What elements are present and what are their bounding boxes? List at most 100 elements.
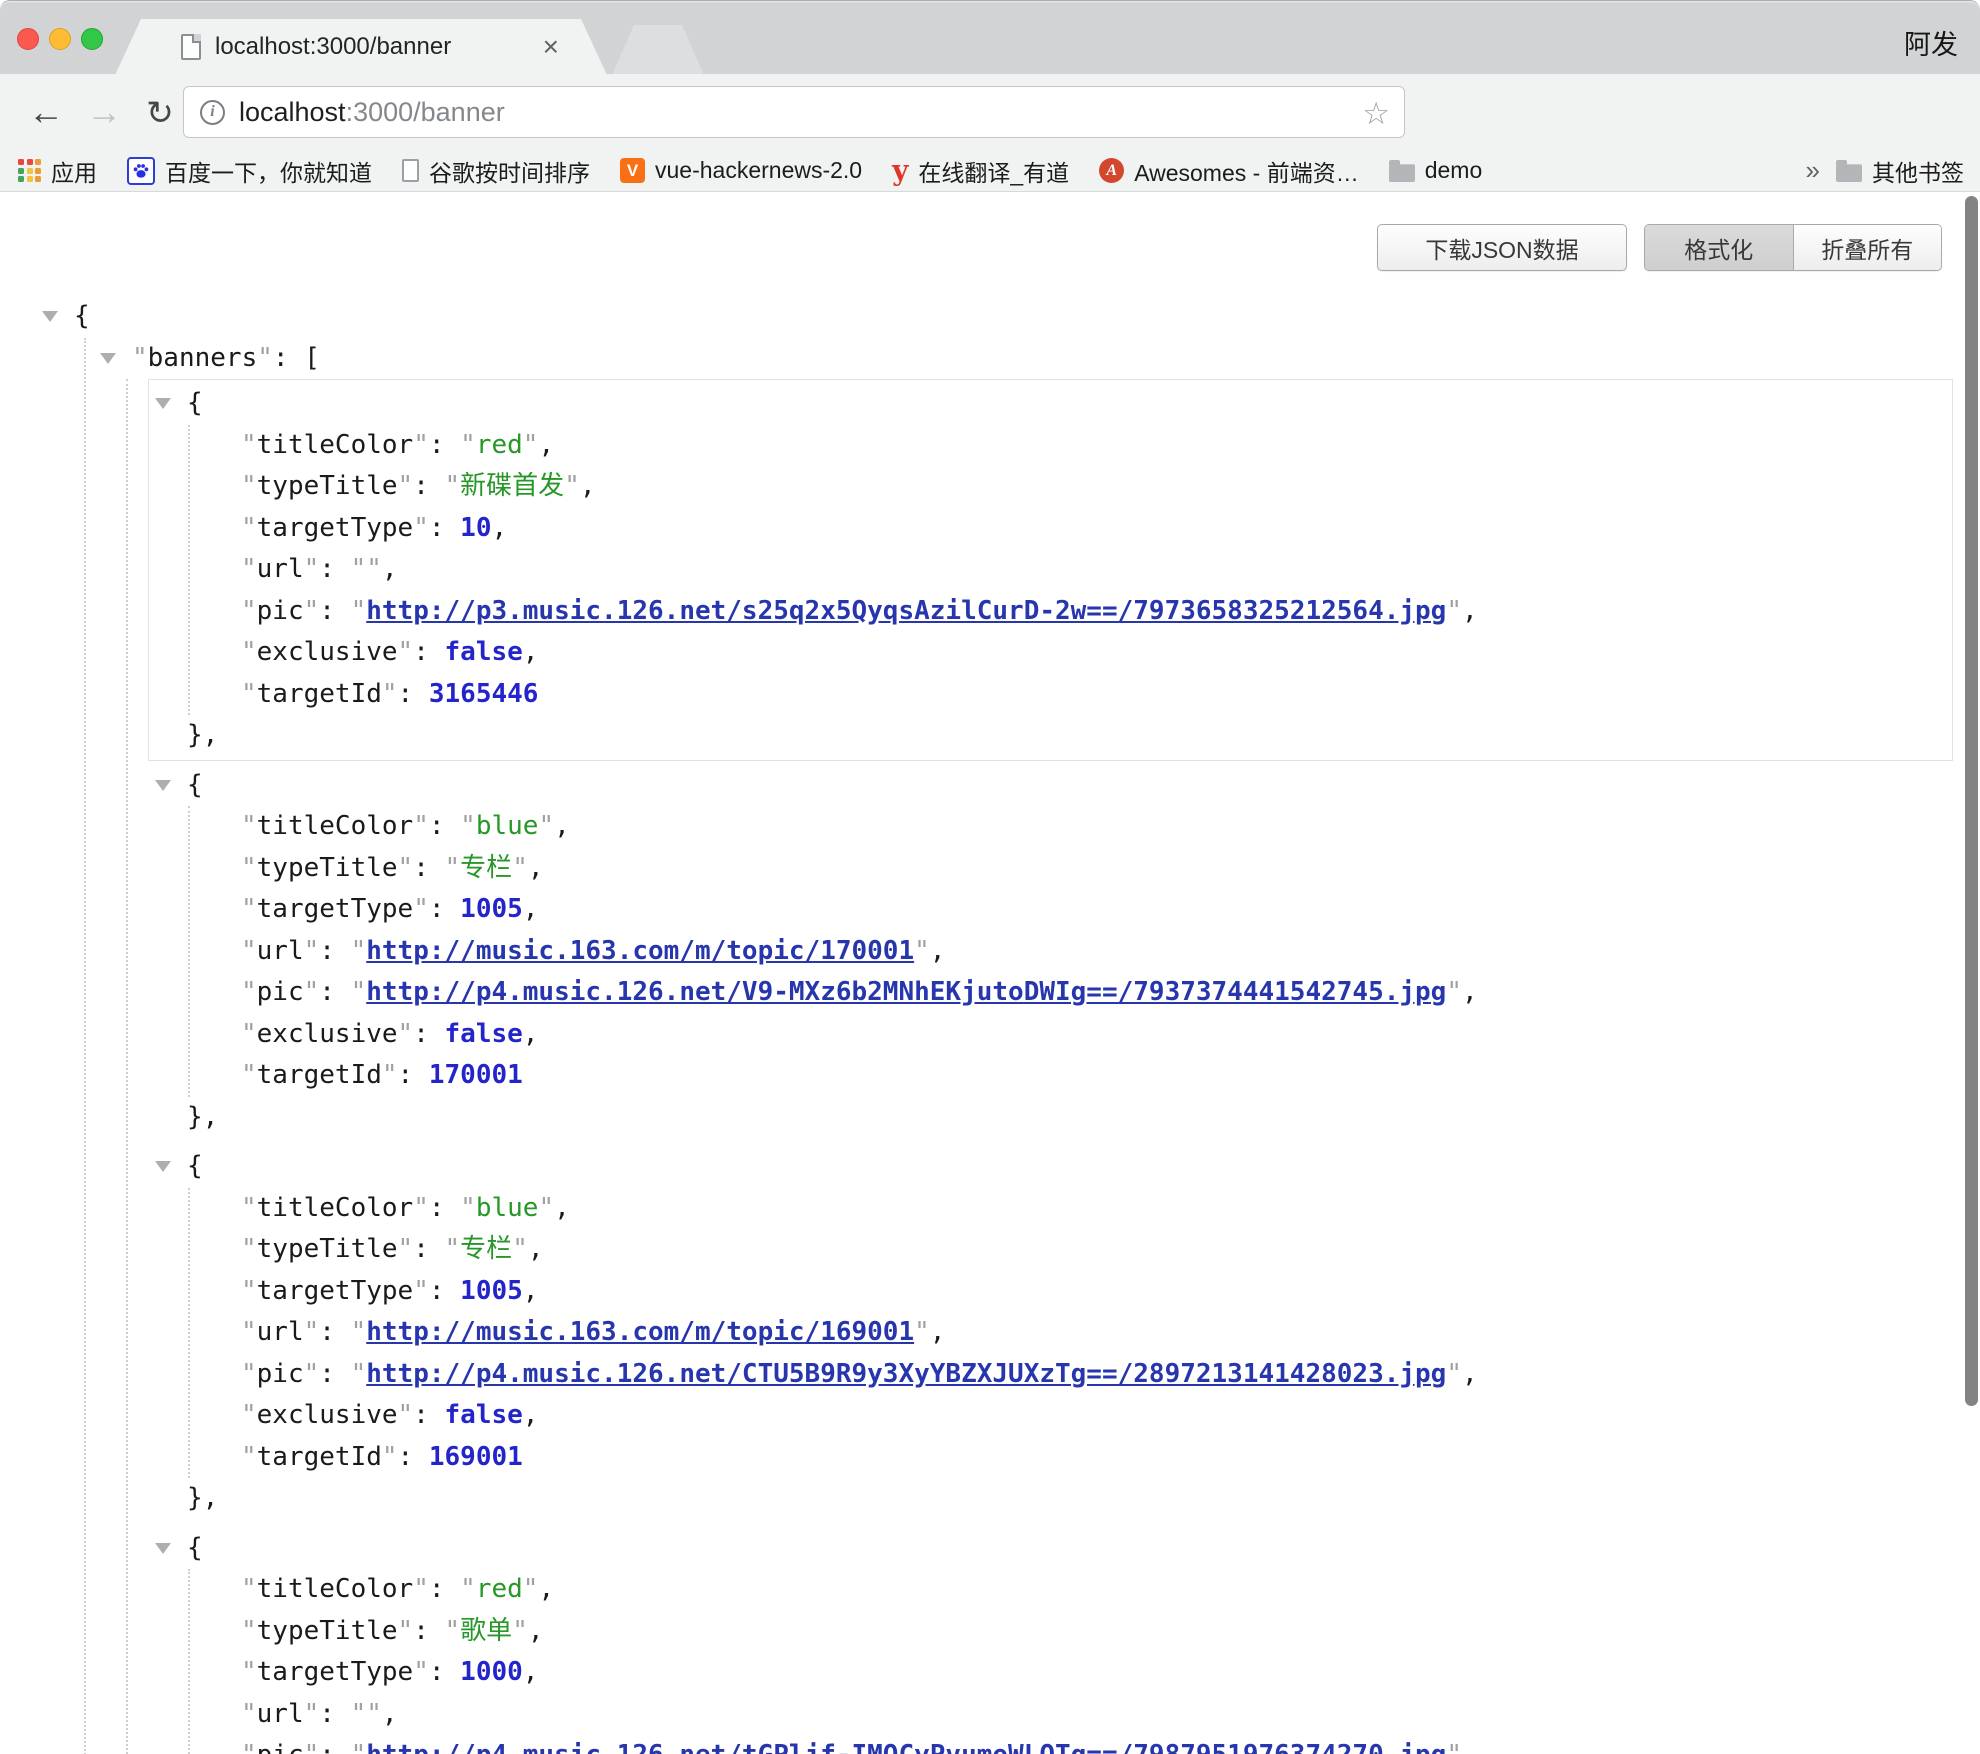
- json-token: ": [351, 1359, 367, 1389]
- json-token: ,: [1462, 1740, 1478, 1754]
- window-close-button[interactable]: [17, 28, 39, 50]
- bookmarks-overflow-icon[interactable]: »: [1806, 155, 1820, 186]
- json-token: ": [351, 977, 367, 1007]
- window-zoom-button[interactable]: [81, 28, 103, 50]
- json-token: ,: [538, 430, 554, 460]
- bookmark-awesomes[interactable]: A Awesomes - 前端资…: [1099, 154, 1359, 188]
- collapse-toggle-icon[interactable]: [155, 780, 171, 791]
- json-token: ": [304, 1317, 320, 1347]
- json-url-link[interactable]: http://music.163.com/m/topic/170001: [366, 936, 914, 966]
- json-token: ,: [554, 811, 570, 841]
- json-token: ": [1446, 977, 1462, 1007]
- json-key: typeTitle: [257, 853, 398, 883]
- json-key: targetType: [257, 894, 414, 924]
- collapse-toggle-icon[interactable]: [155, 1161, 171, 1172]
- json-token: ": [398, 1019, 414, 1049]
- json-token: :: [413, 1234, 444, 1264]
- json-token: ": [382, 1442, 398, 1472]
- json-token: :: [429, 430, 460, 460]
- json-line: "pic": "http://p3.music.126.net/s25q2x5Q…: [190, 591, 1952, 633]
- json-token: ": [398, 637, 414, 667]
- json-line: "typeTitle": "新碟首发",: [190, 466, 1952, 508]
- json-literal-value: 170001: [429, 1060, 523, 1090]
- json-token: {: [187, 1533, 203, 1563]
- bookmark-vue-hackernews[interactable]: V vue-hackernews-2.0: [620, 157, 862, 184]
- json-object: {"titleColor": "red","typeTitle": "歌单","…: [148, 1524, 1953, 1754]
- json-key: targetType: [257, 1276, 414, 1306]
- json-token: :: [413, 853, 444, 883]
- json-line: {: [149, 383, 1952, 425]
- json-url-link[interactable]: http://p3.music.126.net/s25q2x5QyqsAzilC…: [366, 596, 1446, 626]
- collapse-toggle-icon[interactable]: [155, 1543, 171, 1554]
- browser-tab[interactable]: localhost:3000/banner ×: [115, 19, 607, 75]
- json-token: ": [351, 936, 367, 966]
- json-token: :: [319, 1740, 350, 1754]
- bookmark-star-icon[interactable]: ☆: [1362, 96, 1390, 132]
- bookmark-apps[interactable]: 应用: [18, 154, 97, 188]
- new-tab-button[interactable]: [612, 25, 704, 75]
- json-key: pic: [257, 1740, 304, 1754]
- other-bookmarks-folder[interactable]: 其他书签: [1836, 154, 1964, 188]
- json-token: ,: [1462, 1359, 1478, 1389]
- json-key: titleColor: [257, 811, 414, 841]
- bookmark-folder-demo[interactable]: demo: [1389, 157, 1483, 184]
- json-token: ": [304, 1359, 320, 1389]
- json-token: ,: [528, 1234, 544, 1264]
- json-token: :: [319, 596, 350, 626]
- json-token: ,: [554, 1193, 570, 1223]
- json-token: ": [241, 1400, 257, 1430]
- json-line: },: [149, 1097, 1952, 1139]
- bookmark-youdao[interactable]: y 在线翻译_有道: [892, 154, 1069, 188]
- page-info-icon[interactable]: i: [200, 100, 225, 125]
- bookmark-baidu[interactable]: 百度一下，你就知道: [127, 154, 372, 188]
- address-bar[interactable]: i localhost:3000/banner ☆: [183, 86, 1405, 138]
- bookmark-google-sort[interactable]: 谷歌按时间排序: [402, 154, 590, 188]
- reload-button[interactable]: ↻: [134, 74, 186, 150]
- json-url-link[interactable]: http://p4.music.126.net/V9-MXz6b2MNhEKju…: [366, 977, 1446, 1007]
- json-url-link[interactable]: http://p4.music.126.net/tGPljf-IMOCyPvum…: [366, 1740, 1446, 1754]
- json-token: ,: [930, 1317, 946, 1347]
- json-line: "exclusive": false,: [190, 1014, 1952, 1056]
- traffic-lights: [17, 28, 103, 50]
- json-token: :: [319, 554, 350, 584]
- json-token: ": [241, 1276, 257, 1306]
- json-token: ": [304, 977, 320, 1007]
- back-button[interactable]: ←: [20, 74, 72, 150]
- collapse-toggle-icon[interactable]: [155, 398, 171, 409]
- json-token: :: [429, 1657, 460, 1687]
- tab-close-icon[interactable]: ×: [543, 31, 559, 63]
- json-token: {: [187, 770, 203, 800]
- profile-name[interactable]: 阿发: [1904, 23, 1958, 62]
- json-token: ": [351, 1317, 367, 1347]
- json-token: ": [241, 853, 257, 883]
- json-url-link[interactable]: http://p4.music.126.net/CTU5B9R9y3XyYBZX…: [366, 1359, 1446, 1389]
- json-url-link[interactable]: http://music.163.com/m/topic/169001: [366, 1317, 914, 1347]
- json-token: :: [413, 1400, 444, 1430]
- json-token: ,: [1462, 977, 1478, 1007]
- awesomes-a-icon: A: [1099, 158, 1124, 183]
- json-token: :: [319, 1699, 350, 1729]
- json-token: :: [398, 1060, 429, 1090]
- json-token: ": [241, 554, 257, 584]
- tab-title: localhost:3000/banner: [215, 33, 451, 61]
- url-host: localhost: [239, 97, 346, 128]
- json-token: ,: [382, 554, 398, 584]
- youdao-y-icon: y: [892, 159, 908, 183]
- json-string-value: red: [476, 1574, 523, 1604]
- json-token: ": [1446, 1740, 1462, 1754]
- json-line: "pic": "http://p4.music.126.net/V9-MXz6b…: [190, 972, 1952, 1014]
- collapse-toggle-icon[interactable]: [42, 311, 58, 322]
- window-minimize-button[interactable]: [49, 28, 71, 50]
- json-token: ": [564, 471, 580, 501]
- json-token: ": [304, 936, 320, 966]
- json-literal-value: false: [445, 637, 523, 667]
- json-token: ": [304, 596, 320, 626]
- vertical-scrollbar-thumb[interactable]: [1965, 196, 1978, 1406]
- json-line: {: [0, 296, 1980, 338]
- json-token: :: [429, 1193, 460, 1223]
- json-line: "typeTitle": "专栏",: [190, 1229, 1952, 1271]
- collapse-toggle-icon[interactable]: [100, 353, 116, 364]
- json-token: ": [398, 853, 414, 883]
- json-token: ": [241, 1574, 257, 1604]
- json-line: "pic": "http://p4.music.126.net/tGPljf-I…: [190, 1735, 1952, 1754]
